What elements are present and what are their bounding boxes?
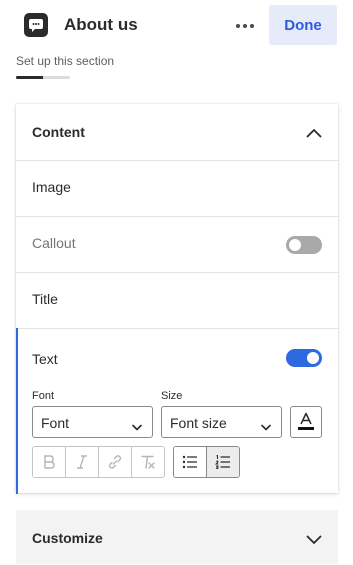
customize-panel[interactable]: Customize	[16, 510, 338, 564]
chevron-down-icon	[132, 418, 142, 436]
customize-panel-title: Customize	[32, 530, 103, 546]
bullet-list-icon[interactable]	[174, 447, 207, 477]
text-color-icon	[298, 412, 314, 430]
content-row-image[interactable]: Image	[16, 160, 338, 216]
chevron-down-icon	[261, 418, 271, 436]
done-button[interactable]: Done	[269, 5, 337, 45]
italic-icon[interactable]	[66, 447, 99, 477]
font-size-select[interactable]: Font size	[161, 406, 282, 438]
list-format-group	[173, 446, 240, 478]
chevron-up-icon[interactable]	[306, 125, 322, 143]
text-color-button[interactable]	[290, 406, 322, 438]
text-format-group	[32, 446, 165, 478]
link-icon[interactable]	[99, 447, 132, 477]
size-field-label: Size	[161, 390, 183, 402]
callout-row-label: Callout	[32, 235, 76, 251]
chevron-down-icon[interactable]	[306, 532, 322, 550]
content-row-title[interactable]: Title	[16, 272, 338, 328]
content-row-text: Text Font Font Size Font size	[16, 328, 338, 494]
bold-icon[interactable]	[33, 447, 66, 477]
toggle-knob	[289, 239, 301, 251]
text-toggle[interactable]	[286, 349, 322, 367]
setup-progress-bar	[16, 76, 70, 79]
content-row-callout[interactable]: Callout	[16, 216, 338, 272]
content-panel-header[interactable]: Content	[16, 104, 338, 160]
content-panel-title: Content	[32, 124, 85, 140]
callout-toggle[interactable]	[286, 236, 322, 254]
content-panel: Content Image Callout Title Text Font Fo…	[16, 104, 338, 494]
font-select-value: Font	[41, 415, 70, 431]
font-size-select-value: Font size	[170, 415, 227, 431]
font-field-label: Font	[32, 390, 55, 402]
chat-bubble-icon	[24, 13, 48, 37]
section-header: About us Done	[0, 0, 353, 52]
more-horizontal-icon[interactable]	[232, 14, 258, 38]
page-title: About us	[64, 15, 138, 34]
clear-format-icon[interactable]	[132, 447, 164, 477]
title-row-label: Title	[32, 291, 58, 307]
active-row-indicator	[16, 328, 18, 494]
progress-fill	[16, 76, 43, 79]
font-select[interactable]: Font	[32, 406, 153, 438]
text-row-label: Text	[32, 351, 58, 367]
numbered-list-icon[interactable]	[207, 447, 239, 477]
toggle-knob	[307, 352, 319, 364]
image-row-label: Image	[32, 179, 71, 195]
setup-instruction: Set up this section	[16, 54, 115, 68]
